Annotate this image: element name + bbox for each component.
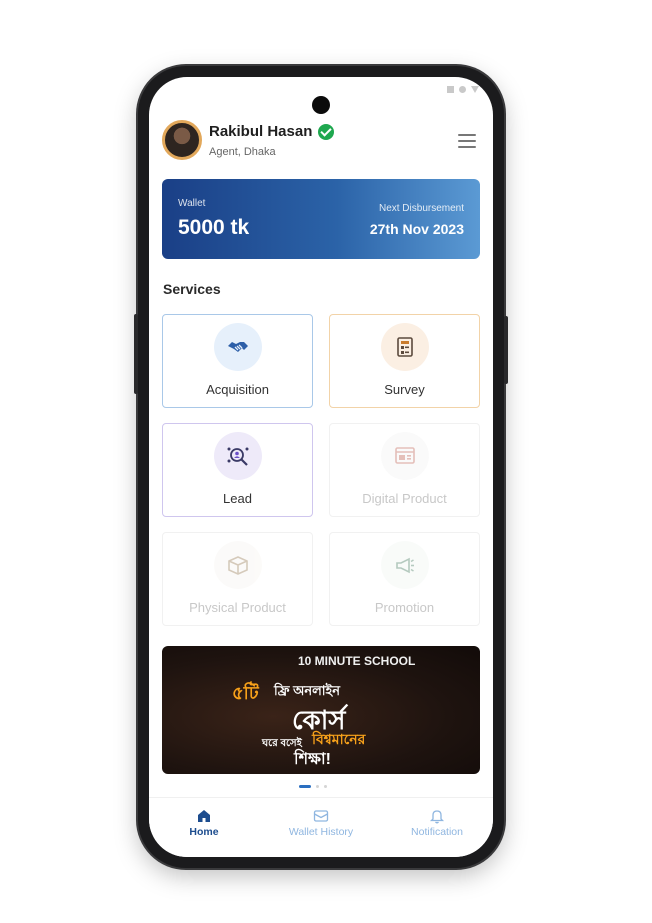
user-role: Agent, Dhaka xyxy=(209,146,276,158)
nav-label: Notification xyxy=(411,826,463,838)
survey-form-icon xyxy=(380,323,429,371)
nav-wallet-history[interactable]: Wallet History xyxy=(266,808,376,838)
wallet-card[interactable]: Wallet 5000 tk Next Disbursement 27th No… xyxy=(162,179,480,259)
user-name: Rakibul Hasan xyxy=(209,123,313,140)
service-label: Lead xyxy=(223,491,252,506)
wallet-label: Wallet xyxy=(178,198,206,209)
service-label: Digital Product xyxy=(362,491,447,506)
phone-frame: Rakibul Hasan Agent, Dhaka Wallet 5000 t… xyxy=(134,66,508,868)
battery-icon xyxy=(459,86,466,93)
banner-brand: 10 MINUTE SCHOOL xyxy=(298,654,416,668)
front-camera xyxy=(312,96,330,114)
carousel-dot[interactable] xyxy=(299,785,311,788)
status-bar-icons xyxy=(447,86,479,93)
service-label: Acquisition xyxy=(206,382,269,397)
nav-home[interactable]: Home xyxy=(149,808,259,838)
wallet-history-icon xyxy=(313,810,329,822)
service-tile-survey[interactable]: Survey xyxy=(329,314,480,408)
nav-label: Home xyxy=(189,826,219,838)
home-icon xyxy=(198,810,210,822)
lead-search-icon xyxy=(213,432,262,480)
megaphone-icon xyxy=(380,541,429,589)
services-title: Services xyxy=(163,281,221,297)
bottom-navigation: Home Wallet History Notification xyxy=(149,797,493,857)
phone-side-button-left xyxy=(134,314,138,394)
banner-text-count: ৫টি xyxy=(232,683,259,703)
wallet-amount: 5000 tk xyxy=(178,216,250,239)
carousel-dot[interactable] xyxy=(316,785,319,788)
service-tile-lead[interactable]: Lead xyxy=(162,423,313,517)
banner-text-education: শিক্ষা! xyxy=(294,751,331,768)
carousel-indicator xyxy=(299,785,327,788)
bell-icon xyxy=(429,810,445,824)
phone-side-button-right xyxy=(504,316,508,384)
next-disbursement-label: Next Disbursement xyxy=(378,203,464,214)
handshake-icon xyxy=(213,323,262,371)
service-label: Physical Product xyxy=(189,600,286,615)
service-tile-digital-product[interactable]: Digital Product xyxy=(329,423,480,517)
avatar[interactable] xyxy=(162,120,202,160)
nav-notification[interactable]: Notification xyxy=(382,808,492,838)
browser-window-icon xyxy=(380,432,429,480)
profile-header: Rakibul Hasan Agent, Dhaka xyxy=(162,120,480,164)
service-tile-promotion[interactable]: Promotion xyxy=(329,532,480,626)
service-label: Survey xyxy=(384,382,425,397)
hamburger-menu-icon[interactable] xyxy=(458,134,476,148)
wifi-icon xyxy=(471,86,479,93)
nav-label: Wallet History xyxy=(288,826,354,838)
promo-banner[interactable]: 10 MINUTE SCHOOL ৫টি ফ্রি অনলাইন কোর্স ঘ… xyxy=(162,646,480,774)
service-tile-acquisition[interactable]: Acquisition xyxy=(162,314,313,408)
service-label: Promotion xyxy=(374,600,435,615)
verified-check-icon xyxy=(318,124,334,140)
app-screen: Rakibul Hasan Agent, Dhaka Wallet 5000 t… xyxy=(149,77,493,857)
carousel-dot[interactable] xyxy=(324,785,327,788)
service-tile-physical-product[interactable]: Physical Product xyxy=(162,532,313,626)
next-disbursement-date: 27th Nov 2023 xyxy=(369,221,464,237)
signal-icon xyxy=(447,86,454,93)
package-box-icon xyxy=(213,541,262,589)
